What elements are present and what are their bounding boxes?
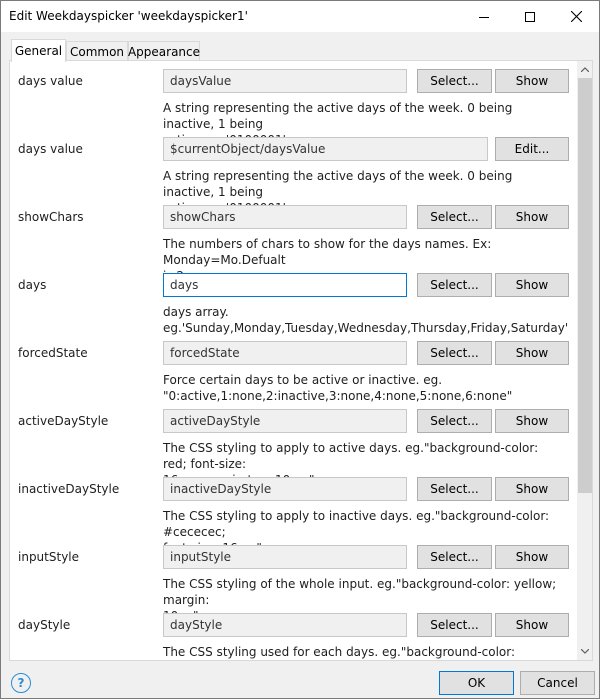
description-line: The CSS styling used for each days. eg."…	[163, 645, 516, 659]
select-button[interactable]: Select...	[417, 341, 492, 365]
vertical-scrollbar[interactable]	[577, 61, 592, 660]
description-line: The numbers of chars to show for the day…	[163, 237, 492, 267]
property-field[interactable]: daysValue	[163, 69, 407, 93]
property-field[interactable]: $currentObject/daysValue	[163, 137, 488, 161]
property-description: days array. eg.'Sunday,Monday,Tuesday,We…	[163, 304, 569, 336]
property-label: dayStyle	[18, 618, 71, 632]
description-line: A string representing the active days of…	[163, 101, 513, 131]
minimize-button[interactable]	[461, 1, 507, 32]
tab-general[interactable]: General	[11, 39, 66, 62]
description-line: A string representing the active days of…	[163, 169, 513, 199]
property-field[interactable]: forcedState	[163, 341, 407, 365]
help-button[interactable]: ?	[11, 673, 31, 693]
description-line: The CSS styling of the whole input. eg."…	[163, 577, 557, 607]
close-button[interactable]	[553, 1, 599, 32]
property-field[interactable]: inactiveDayStyle	[163, 477, 407, 501]
show-button[interactable]: Show	[495, 69, 569, 93]
property-label: showChars	[18, 210, 84, 224]
select-button[interactable]: Select...	[417, 273, 492, 297]
dialog-window: Edit Weekdayspicker 'weekdayspicker1' Ge…	[0, 0, 600, 699]
scroll-thumb[interactable]	[578, 78, 592, 493]
tab-common-label: Common	[69, 44, 125, 59]
tab-general-label: General	[14, 44, 63, 58]
scroll-up-button[interactable]	[577, 61, 592, 78]
tab-appearance[interactable]: Appearance	[128, 41, 200, 61]
description-line: The CSS styling to apply to inactive day…	[163, 509, 550, 539]
show-button[interactable]: Show	[495, 273, 569, 297]
cancel-button[interactable]: Cancel	[520, 671, 595, 695]
show-button[interactable]: Show	[495, 205, 569, 229]
show-button[interactable]: Show	[495, 613, 569, 637]
property-label: days	[18, 278, 47, 292]
property-label: days value	[18, 142, 83, 156]
property-field[interactable]: showChars	[163, 205, 407, 229]
tab-common[interactable]: Common	[66, 41, 128, 61]
property-field[interactable]: days	[163, 273, 407, 297]
property-label: inactiveDayStyle	[18, 482, 120, 496]
show-button[interactable]: Show	[495, 409, 569, 433]
property-description: The CSS styling used for each days. eg."…	[163, 644, 563, 660]
tab-appearance-label: Appearance	[127, 44, 201, 59]
property-label: inputStyle	[18, 550, 80, 564]
description-line: The CSS styling to apply to active days.…	[163, 441, 539, 471]
property-field[interactable]: dayStyle	[163, 613, 407, 637]
property-label: forcedState	[18, 346, 88, 360]
property-field[interactable]: activeDayStyle	[163, 409, 407, 433]
property-description: Force certain days to be active or inact…	[163, 372, 563, 404]
select-button[interactable]: Select...	[417, 409, 492, 433]
cancel-label: Cancel	[537, 676, 578, 690]
close-icon	[570, 11, 582, 22]
description-line: eg.'Sunday,Monday,Tuesday,Wednesday,Thur…	[163, 321, 569, 335]
property-field[interactable]: inputStyle	[163, 545, 407, 569]
minimize-icon	[479, 16, 489, 18]
show-button[interactable]: Show	[495, 341, 569, 365]
select-button[interactable]: Select...	[417, 69, 492, 93]
edit-button[interactable]: Edit...	[495, 137, 569, 161]
property-label: days value	[18, 74, 83, 88]
window-title: Edit Weekdayspicker 'weekdayspicker1'	[9, 9, 248, 23]
property-label: activeDayStyle	[18, 414, 109, 428]
description-line: days array.	[163, 305, 229, 319]
ok-label: OK	[467, 676, 486, 690]
show-button[interactable]: Show	[495, 545, 569, 569]
help-icon: ?	[17, 676, 25, 690]
select-button[interactable]: Select...	[417, 545, 492, 569]
select-button[interactable]: Select...	[417, 205, 492, 229]
scroll-down-button[interactable]	[577, 643, 592, 660]
ok-button[interactable]: OK	[439, 671, 514, 695]
general-panel: days value daysValue Select... Show A st…	[9, 60, 593, 661]
description-line: Force certain days to be active or inact…	[163, 373, 443, 387]
maximize-button[interactable]	[507, 1, 553, 32]
show-button[interactable]: Show	[495, 477, 569, 501]
chevron-up-icon	[581, 67, 589, 72]
maximize-icon	[525, 11, 535, 22]
description-line: "0:active,1:none,2:inactive,3:none,4:non…	[163, 389, 513, 403]
select-button[interactable]: Select...	[417, 477, 492, 501]
title-bar[interactable]: Edit Weekdayspicker 'weekdayspicker1'	[1, 1, 599, 32]
chevron-down-icon	[581, 649, 589, 654]
select-button[interactable]: Select...	[417, 613, 492, 637]
